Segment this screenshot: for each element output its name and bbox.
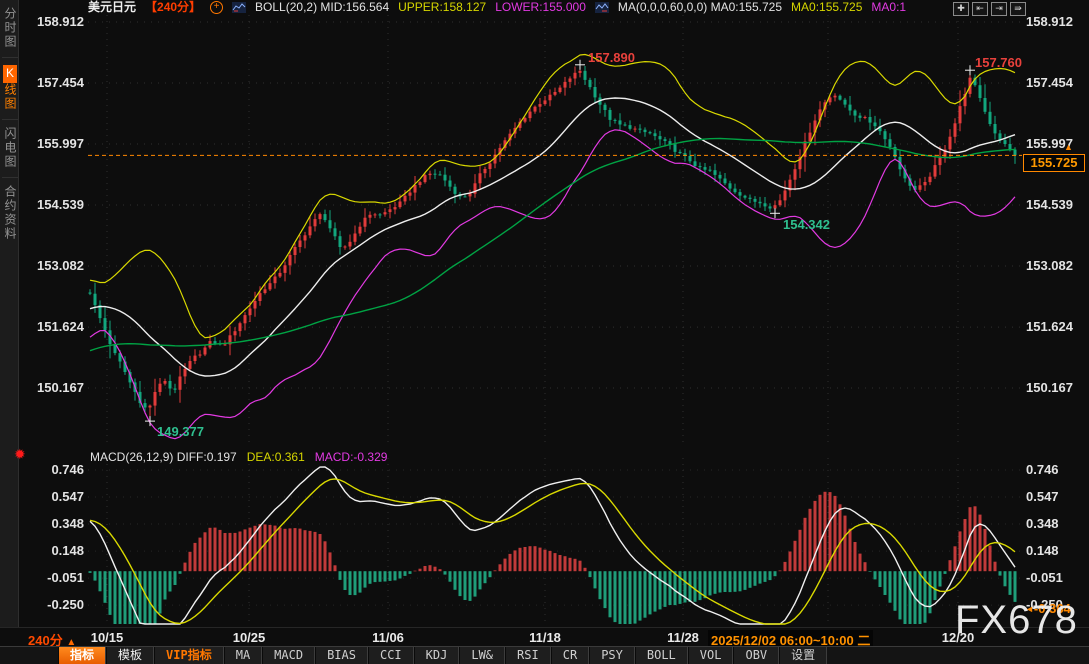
- y-axis-tick-right: 158.912: [1026, 14, 1073, 29]
- toolbar-item-kdj[interactable]: KDJ: [414, 647, 460, 664]
- chart-window: 分时图 K线图 闪电图 合约资料 美元日元 【240分】 + BOLL(20,2…: [0, 0, 1089, 664]
- toolbar-item-template[interactable]: 模板: [106, 647, 154, 664]
- indicator-header: 美元日元 【240分】 + BOLL(20,2) MID:156.564 UPP…: [88, 0, 906, 15]
- toolbar-item-obv[interactable]: OBV: [733, 647, 779, 664]
- indicator-toolbar: 指标模板VIP指标MAMACDBIASCCIKDJLW&RSICRPSYBOLL…: [0, 646, 1089, 664]
- current-price-tag: 155.725: [1023, 154, 1085, 172]
- y-axis-tick-right: 150.167: [1026, 380, 1073, 395]
- candlestick-chart-canvas[interactable]: [0, 0, 1089, 664]
- macd-title-readout: MACD(26,12,9) DIFF:0.197: [90, 450, 237, 464]
- macd-tag-value: -0.364: [1034, 601, 1071, 616]
- macd-axis-tick-right: 0.348: [1026, 516, 1059, 531]
- toolbar-item-lw[interactable]: LW&: [459, 647, 505, 664]
- y-axis-tick-left: 158.912: [24, 14, 84, 29]
- sidebar-item-time-chart[interactable]: 分时图: [2, 7, 18, 58]
- scale-right-icon[interactable]: ⇥: [991, 2, 1007, 16]
- kline-tab-head: K: [3, 65, 17, 83]
- toolbar-item-cr[interactable]: CR: [551, 647, 589, 664]
- macd-axis-tick-left: 0.148: [24, 543, 84, 558]
- toolbar-item-ma[interactable]: MA: [224, 647, 262, 664]
- y-axis-tick-right: 153.082: [1026, 258, 1073, 273]
- ma-readout-yellow: MA0:155.725: [791, 0, 862, 15]
- boll-upper-readout: UPPER:158.127: [398, 0, 486, 15]
- toolbar-item-bias[interactable]: BIAS: [315, 647, 368, 664]
- toolbar-item-vip-indicator[interactable]: VIP指标: [154, 647, 224, 664]
- toolbar-item-boll[interactable]: BOLL: [635, 647, 688, 664]
- y-axis-tick-right: 154.539: [1026, 197, 1073, 212]
- sidebar-item-lightning-chart[interactable]: 闪电图: [2, 127, 18, 178]
- sidebar-item-kline-chart[interactable]: K线图: [2, 65, 18, 120]
- boll-readout: BOLL(20,2) MID:156.564: [255, 0, 389, 15]
- y-axis-tick-left: 155.997: [24, 136, 84, 151]
- macd-axis-tick-right: 0.547: [1026, 489, 1059, 504]
- toolbar-item-rsi[interactable]: RSI: [505, 647, 551, 664]
- macd-axis-tick-right: 0.746: [1026, 462, 1059, 477]
- period-label[interactable]: 【240分】: [145, 0, 201, 15]
- ma-readout: MA(0,0,0,60,0,0) MA0:155.725: [618, 0, 782, 15]
- x-axis-date: 11/06: [372, 630, 404, 645]
- macd-dea-readout: DEA:0.361: [247, 450, 305, 464]
- boll-chart-icon[interactable]: [232, 2, 246, 13]
- macd-axis-tick-left: -0.051: [24, 570, 84, 585]
- y-axis-tick-right: 157.454: [1026, 75, 1073, 90]
- x-axis-date: 10/15: [91, 630, 124, 645]
- scale-left-icon[interactable]: ⇤: [972, 2, 988, 16]
- ma-chart-icon[interactable]: [595, 2, 609, 13]
- macd-current-tag: ◄-0.364: [1025, 601, 1071, 616]
- macd-value-readout: MACD:-0.329: [315, 450, 388, 464]
- sidebar-item-contract-info[interactable]: 合约资料: [2, 185, 18, 249]
- low-annotation-2: 154.342: [783, 217, 830, 232]
- macd-axis-tick-right: 0.148: [1026, 543, 1059, 558]
- toolbar-item-macd[interactable]: MACD: [262, 647, 315, 664]
- y-axis-tick-left: 153.082: [24, 258, 84, 273]
- macd-axis-tick-left: -0.250: [24, 597, 84, 612]
- x-axis-date: 10/25: [233, 630, 266, 645]
- high-annotation-2: 157.760: [975, 55, 1022, 70]
- x-axis-date: 11/28: [667, 630, 699, 645]
- add-indicator-icon[interactable]: +: [210, 1, 223, 14]
- toolbar-item-indicator[interactable]: 指标: [58, 647, 106, 664]
- y-axis-tick-left: 150.167: [24, 380, 84, 395]
- pop-out-icon[interactable]: ⇛: [1010, 2, 1026, 16]
- toolbar-item-cci[interactable]: CCI: [368, 647, 414, 664]
- y-axis-tick-left: 154.539: [24, 197, 84, 212]
- x-axis-date: 11/18: [529, 630, 561, 645]
- toolbar-item-vol[interactable]: VOL: [688, 647, 734, 664]
- macd-axis-tick-left: 0.746: [24, 462, 84, 477]
- pan-icon[interactable]: ✚: [953, 2, 969, 16]
- macd-axis-tick-left: 0.547: [24, 489, 84, 504]
- chart-type-sidebar: 分时图 K线图 闪电图 合约资料: [0, 0, 19, 627]
- symbol-title: 美元日元: [88, 0, 136, 15]
- alert-icon[interactable]: ✹: [14, 447, 26, 461]
- toolbar-item-settings[interactable]: 设置: [779, 647, 827, 664]
- y-axis-tick-left: 151.624: [24, 319, 84, 334]
- y-axis-tick-left: 157.454: [24, 75, 84, 90]
- macd-axis-tick-left: 0.348: [24, 516, 84, 531]
- toolbar-item-psy[interactable]: PSY: [589, 647, 635, 664]
- high-annotation-1: 157.890: [588, 50, 635, 65]
- y-axis-tick-right: 151.624: [1026, 319, 1073, 334]
- window-control-icons: ✚⇤⇥⇛: [953, 2, 1026, 16]
- price-marker-icon: ▲: [1064, 143, 1073, 152]
- time-axis-strip: 240分 ▲ 10/1510/2511/0611/1811/282025/12/…: [0, 627, 1089, 647]
- boll-lower-readout: LOWER:155.000: [495, 0, 586, 15]
- macd-header: MACD(26,12,9) DIFF:0.197 DEA:0.361 MACD:…: [90, 450, 387, 464]
- x-axis-date: 12/20: [942, 630, 975, 645]
- ma-readout-magenta: MA0:1: [871, 0, 906, 15]
- low-annotation-1: 149.377: [157, 424, 204, 439]
- macd-axis-tick-right: -0.051: [1026, 570, 1063, 585]
- left-arrow-icon: ◄: [1025, 604, 1034, 614]
- kline-tab-rest: 线图: [3, 83, 17, 111]
